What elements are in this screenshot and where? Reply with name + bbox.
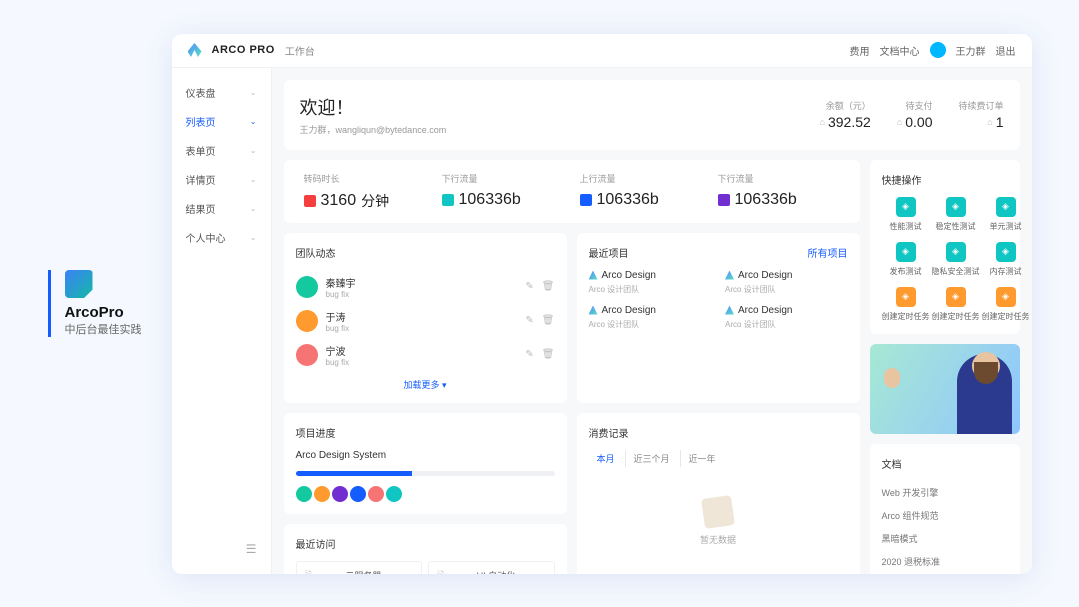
project-item[interactable]: Arco DesignArco 设计团队	[725, 305, 848, 330]
progress-avatars	[296, 486, 555, 502]
edit-icon[interactable]: ✎	[525, 315, 533, 326]
nav-fees[interactable]: 费用	[850, 43, 870, 58]
nav-docs[interactable]: 文档中心	[880, 43, 920, 58]
consume-tab[interactable]: 近三个月	[625, 450, 678, 467]
empty-text: 暂无数据	[589, 533, 848, 546]
edit-icon[interactable]: ✎	[525, 281, 533, 292]
avatar-icon	[296, 344, 318, 366]
quick-action[interactable]: ◈单元测试	[982, 197, 1030, 232]
team-row: 宁波bug fix✎🗑	[296, 338, 555, 372]
empty-state: 暂无数据	[589, 477, 848, 566]
progress-card: 项目进度 Arco Design System	[284, 413, 567, 514]
consume-title: 消费记录	[589, 425, 629, 440]
metrics-card: 转码时长3160 分钟下行流量106336b 上行流量106336b 下行流量1…	[284, 160, 860, 223]
doc-link[interactable]: Arco 组件规范	[882, 504, 1008, 527]
metric-item: 下行流量106336b	[710, 172, 848, 211]
brand-name: ARCO PRO	[212, 44, 275, 56]
recent-item[interactable]: 云服务器	[296, 561, 423, 574]
sidebar-item[interactable]: 详情页⌄	[172, 165, 271, 194]
quick-action[interactable]: ◈内存测试	[982, 242, 1030, 277]
recent-card: 最近访问 云服务器UI 自动化稳定性测试单元测试	[284, 524, 567, 574]
product-watermark: ArcoPro 中后台最佳实践	[48, 270, 142, 337]
doc-link[interactable]: Web 开发引擎	[882, 481, 1008, 504]
topbar: ARCO PRO 工作台 费用 文档中心 王力群 退出	[172, 34, 1032, 68]
quick-title: 快捷操作	[882, 172, 922, 187]
edit-icon[interactable]: ✎	[525, 349, 533, 360]
docs-card: 文档 Web 开发引擎Arco 组件规范黑暗模式2020 退税标准	[870, 444, 1020, 574]
docs-title: 文档	[882, 456, 902, 471]
metric-item: 下行流量106336b	[434, 172, 572, 211]
progress-project: Arco Design System	[296, 450, 555, 461]
quick-action[interactable]: ◈发布测试	[882, 242, 930, 277]
nav-workspace[interactable]: 工作台	[285, 43, 315, 58]
welcome-email: 王力群，wangliqun@bytedance.com	[300, 123, 447, 136]
watermark-title: ArcoPro	[65, 304, 124, 321]
main-content: 欢迎！ 王力群，wangliqun@bytedance.com 余额（元）392…	[272, 68, 1032, 574]
sidebar-item[interactable]: 结果页⌄	[172, 194, 271, 223]
quick-actions-card: 快捷操作 ◈性能测试◈稳定性测试◈单元测试◈发布测试◈隐私安全测试◈内存测试◈创…	[870, 160, 1020, 334]
recent-title: 最近访问	[296, 536, 336, 551]
quick-action[interactable]: ◈创建定时任务	[882, 287, 930, 322]
logout-link[interactable]: 退出	[996, 43, 1016, 58]
delete-icon[interactable]: 🗑	[542, 315, 555, 326]
recent-item[interactable]: UI 自动化	[428, 561, 555, 574]
watermark-subtitle: 中后台最佳实践	[65, 321, 142, 337]
consume-tab[interactable]: 近一年	[680, 450, 724, 467]
welcome-title: 欢迎！	[300, 94, 447, 120]
all-projects-link[interactable]: 所有项目	[808, 245, 848, 260]
quick-action[interactable]: ◈创建定时任务	[932, 287, 980, 322]
welcome-panel: 欢迎！ 王力群，wangliqun@bytedance.com 余额（元）392…	[284, 80, 1020, 150]
user-name[interactable]: 王力群	[956, 43, 986, 58]
app-window: ARCO PRO 工作台 费用 文档中心 王力群 退出 仪表盘⌄列表页⌄表单页⌄…	[172, 34, 1032, 574]
illustration-card	[870, 344, 1020, 434]
load-more-link[interactable]: 加载更多 ▾	[296, 378, 555, 391]
user-avatar-icon[interactable]	[930, 42, 946, 58]
quick-action[interactable]: ◈创建定时任务	[982, 287, 1030, 322]
sidebar-fold-icon[interactable]: ☰	[232, 534, 271, 564]
metric-item: 上行流量106336b	[572, 172, 710, 211]
avatar-icon	[296, 276, 318, 298]
watermark-logo-icon	[65, 270, 93, 298]
metric-item: 转码时长3160 分钟	[296, 172, 434, 211]
welcome-stat: 待支付0.00	[897, 99, 933, 130]
team-card: 团队动态 秦臻宇bug fix✎🗑于涛bug fix✎🗑宁波bug fix✎🗑 …	[284, 233, 567, 403]
quick-action[interactable]: ◈隐私安全测试	[932, 242, 980, 277]
sidebar-item[interactable]: 表单页⌄	[172, 136, 271, 165]
project-item[interactable]: Arco DesignArco 设计团队	[589, 270, 712, 295]
progress-title: 项目进度	[296, 425, 336, 440]
empty-icon	[701, 495, 735, 529]
consume-tab[interactable]: 本月	[589, 450, 623, 467]
avatar-icon	[296, 310, 318, 332]
brand-logo-icon	[188, 43, 202, 57]
doc-link[interactable]: 2020 退税标准	[882, 550, 1008, 573]
welcome-stat: 余额（元）392.52	[820, 99, 871, 130]
team-row: 于涛bug fix✎🗑	[296, 304, 555, 338]
welcome-stat: 待续费订单1	[958, 99, 1003, 130]
sidebar-item[interactable]: 列表页⌄	[172, 107, 271, 136]
projects-card: 最近项目 所有项目 Arco DesignArco 设计团队 Arco Desig…	[577, 233, 860, 403]
delete-icon[interactable]: 🗑	[542, 349, 555, 360]
consume-card: 消费记录 本月近三个月近一年 暂无数据	[577, 413, 860, 574]
sidebar-item[interactable]: 个人中心⌄	[172, 223, 271, 252]
projects-title: 最近项目	[589, 245, 629, 260]
sidebar: 仪表盘⌄列表页⌄表单页⌄详情页⌄结果页⌄个人中心⌄ ☰	[172, 68, 272, 574]
delete-icon[interactable]: 🗑	[542, 281, 555, 292]
project-item[interactable]: Arco DesignArco 设计团队	[589, 305, 712, 330]
progress-bar	[296, 471, 555, 476]
project-item[interactable]: Arco DesignArco 设计团队	[725, 270, 848, 295]
quick-action[interactable]: ◈稳定性测试	[932, 197, 980, 232]
sidebar-item[interactable]: 仪表盘⌄	[172, 78, 271, 107]
team-row: 秦臻宇bug fix✎🗑	[296, 270, 555, 304]
team-title: 团队动态	[296, 245, 336, 260]
doc-link[interactable]: 黑暗模式	[882, 527, 1008, 550]
quick-action[interactable]: ◈性能测试	[882, 197, 930, 232]
